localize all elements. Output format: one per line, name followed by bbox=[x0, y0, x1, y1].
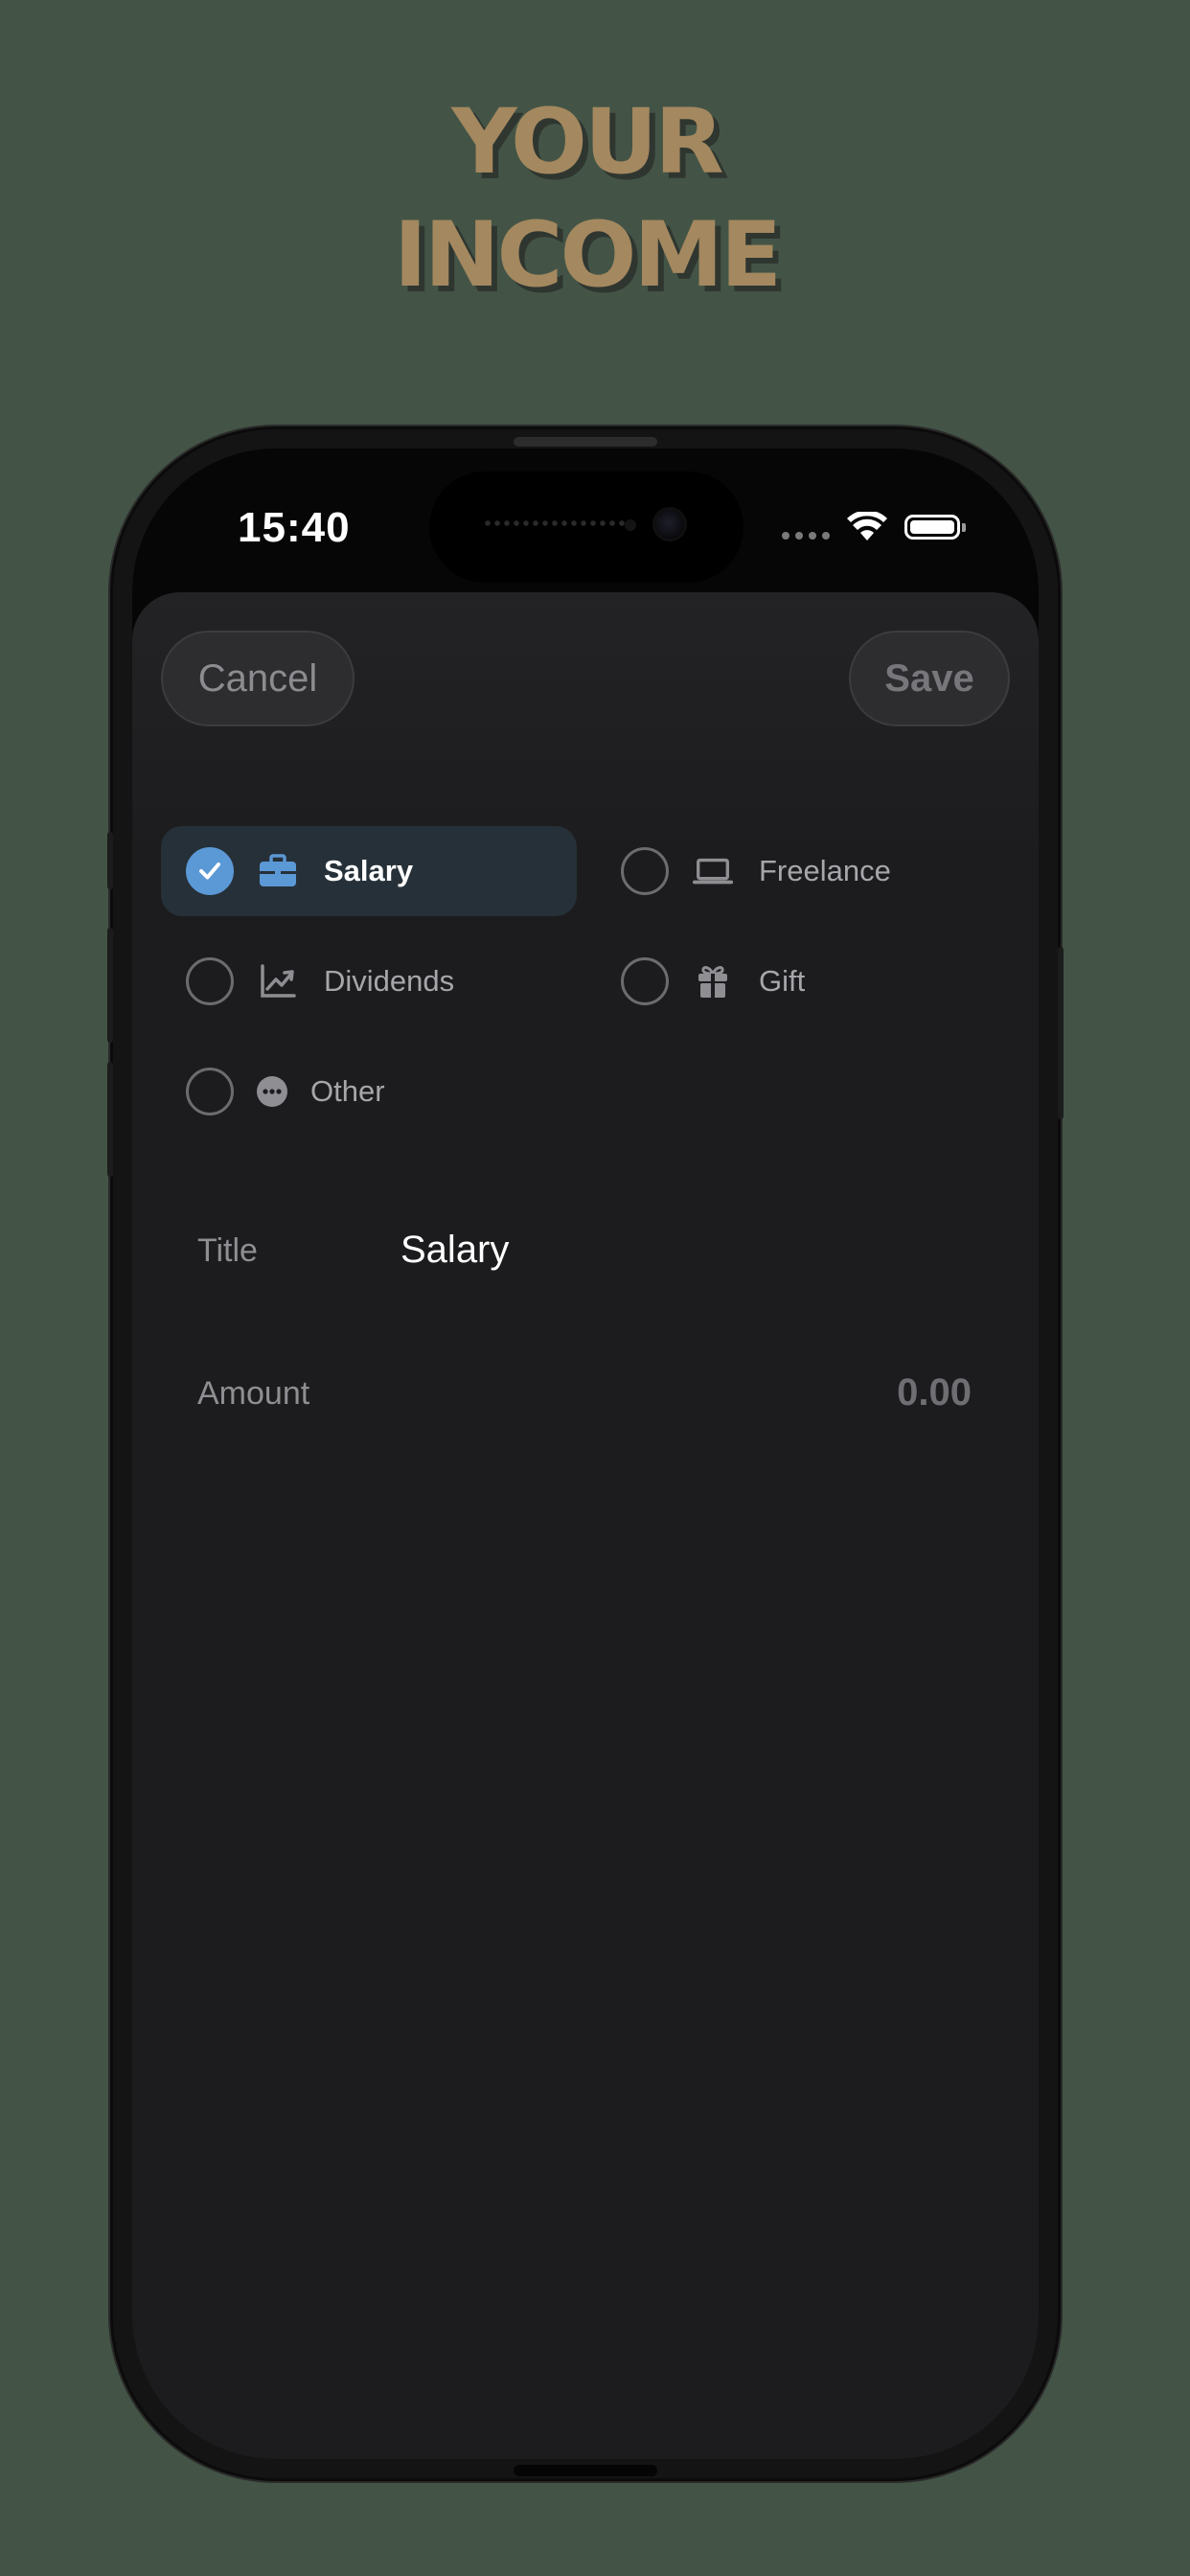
phone-screen: 15:40 Cancel Save Salary Freelance Divid… bbox=[132, 448, 1039, 2459]
side-button-volume-down bbox=[107, 1062, 113, 1177]
proximity-sensor bbox=[625, 519, 636, 531]
category-salary[interactable]: Salary bbox=[161, 826, 577, 916]
income-sheet: Cancel Save Salary Freelance Dividends G… bbox=[132, 592, 1039, 2459]
battery-icon bbox=[904, 515, 966, 540]
amount-label: Amount bbox=[197, 1375, 310, 1412]
radio-unchecked[interactable] bbox=[186, 1068, 234, 1116]
save-button[interactable]: Save bbox=[849, 631, 1010, 726]
category-gift[interactable]: Gift bbox=[596, 936, 998, 1026]
ellipsis-circle-icon bbox=[255, 1070, 289, 1113]
wifi-icon bbox=[847, 512, 887, 540]
promo-headline: YOUR INCOME bbox=[0, 86, 1173, 312]
category-label: Gift bbox=[759, 964, 806, 998]
radio-unchecked[interactable] bbox=[621, 957, 669, 1005]
headline-line-1: YOUR bbox=[451, 90, 723, 195]
radio-unchecked[interactable] bbox=[186, 957, 234, 1005]
speaker-grille bbox=[483, 519, 627, 527]
briefcase-icon bbox=[257, 850, 299, 892]
category-other[interactable]: Other bbox=[161, 1046, 577, 1137]
side-button-power bbox=[1058, 947, 1064, 1119]
category-dividends[interactable]: Dividends bbox=[161, 936, 577, 1026]
category-label: Salary bbox=[324, 854, 414, 887]
category-label: Dividends bbox=[324, 964, 455, 998]
headline-line-2: INCOME bbox=[393, 203, 782, 308]
side-button-volume-up bbox=[107, 928, 113, 1043]
gift-icon bbox=[692, 960, 734, 1002]
cancel-button[interactable]: Cancel bbox=[161, 631, 355, 726]
title-field[interactable]: Salary bbox=[400, 1229, 509, 1272]
category-label: Freelance bbox=[759, 854, 891, 887]
chart-line-icon bbox=[257, 960, 299, 1002]
status-icons bbox=[782, 508, 966, 546]
cellular-signal-icon bbox=[782, 511, 830, 543]
phone-bottom-bar bbox=[514, 2465, 657, 2476]
laptop-icon bbox=[692, 850, 734, 892]
front-camera bbox=[655, 510, 684, 539]
side-button-action bbox=[107, 832, 113, 889]
phone-frame: 15:40 Cancel Save Salary Freelance Divid… bbox=[107, 429, 1064, 2478]
checkmark-icon bbox=[199, 862, 220, 880]
dynamic-island bbox=[429, 472, 744, 583]
category-label: Other bbox=[310, 1074, 385, 1108]
radio-checked[interactable] bbox=[186, 847, 234, 895]
amount-field[interactable]: 0.00 bbox=[684, 1371, 972, 1414]
title-label: Title bbox=[197, 1232, 258, 1269]
phone-top-speaker bbox=[514, 437, 657, 447]
status-time: 15:40 bbox=[238, 504, 351, 551]
radio-unchecked[interactable] bbox=[621, 847, 669, 895]
category-freelance[interactable]: Freelance bbox=[596, 826, 998, 916]
